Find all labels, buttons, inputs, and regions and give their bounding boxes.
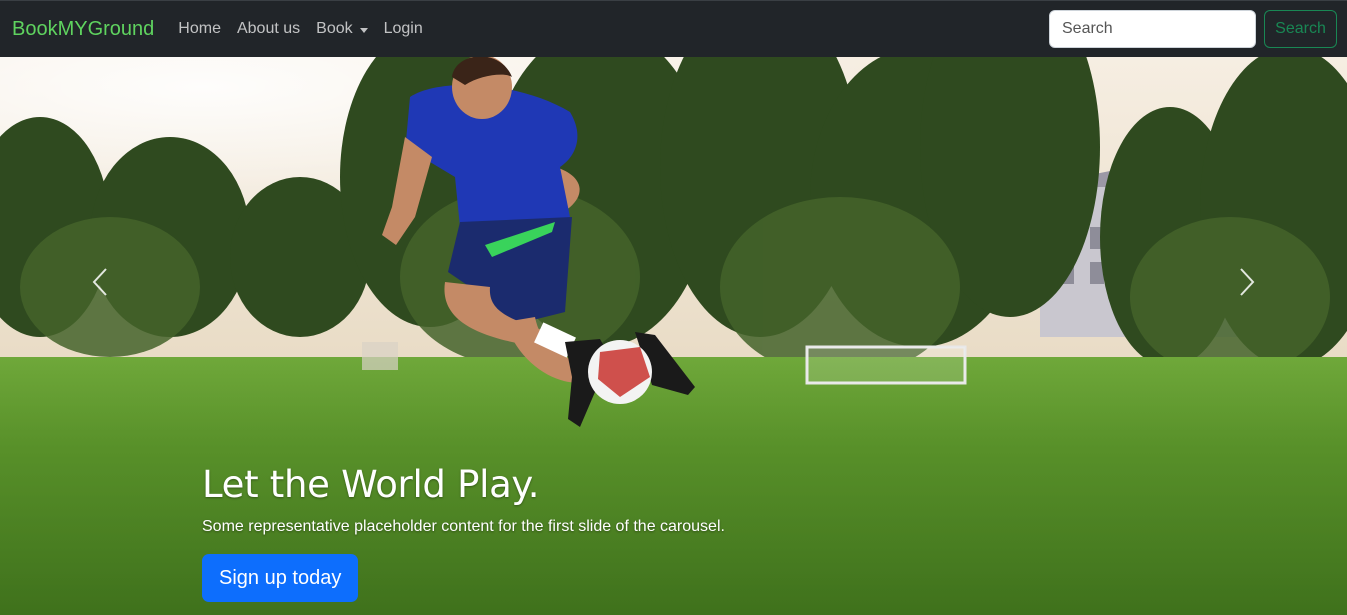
carousel-next-button[interactable]: [1217, 257, 1277, 307]
chevron-left-icon: [92, 268, 107, 296]
brand-logo[interactable]: BookMYGround: [12, 18, 154, 41]
hero-title: Let the World Play.: [202, 463, 540, 506]
carousel-prev-button[interactable]: [70, 257, 130, 307]
search-input[interactable]: [1049, 10, 1256, 48]
nav-book-dropdown[interactable]: Book: [308, 20, 375, 38]
nav-links: Home About us Book Login: [170, 20, 430, 38]
navbar: BookMYGround Home About us Book Login Se…: [0, 0, 1347, 57]
nav-book-label: Book: [316, 20, 353, 37]
nav-login-label: Login: [383, 20, 423, 37]
caret-down-icon: [359, 27, 368, 33]
signup-button[interactable]: Sign up today: [202, 554, 359, 602]
nav-about[interactable]: About us: [229, 20, 308, 38]
hero-carousel: Let the World Play. Some representative …: [0, 57, 1347, 615]
search-button[interactable]: Search: [1264, 10, 1337, 48]
search-form: Search: [1049, 10, 1337, 48]
carousel-caption: Let the World Play. Some representative …: [202, 463, 725, 602]
nav-about-label: About us: [236, 20, 301, 37]
nav-login[interactable]: Login: [376, 20, 431, 38]
hero-subtitle: Some representative placeholder content …: [202, 518, 725, 535]
nav-home-label: Home: [178, 20, 221, 37]
nav-home[interactable]: Home: [170, 20, 229, 38]
chevron-right-icon: [1240, 268, 1255, 296]
